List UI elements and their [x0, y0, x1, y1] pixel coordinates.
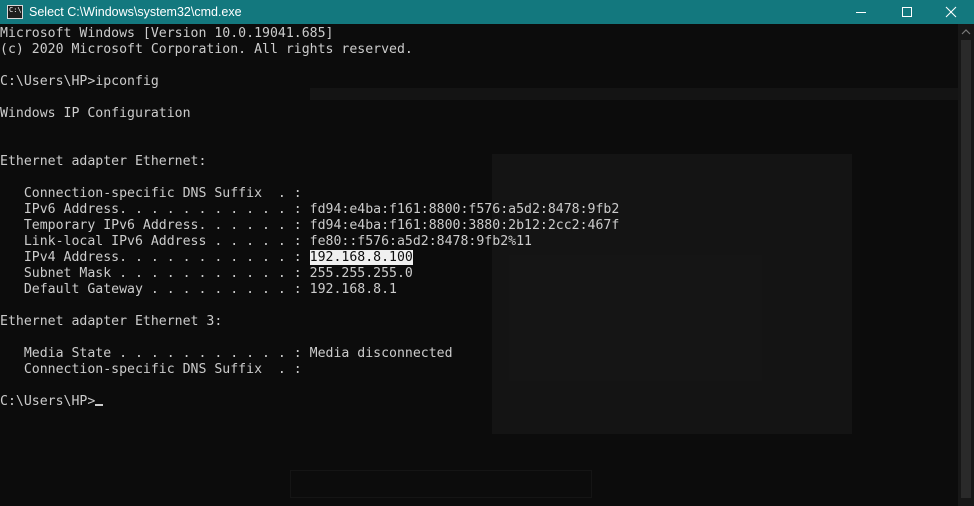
close-button[interactable] — [928, 0, 974, 24]
console-line-ipv4: IPv4 Address. . . . . . . . . . . : 192.… — [0, 250, 619, 266]
console-line: (c) 2020 Microsoft Corporation. All righ… — [0, 42, 413, 57]
console-line: Ethernet adapter Ethernet 3: — [0, 314, 223, 329]
cmd-window: C:\ Select C:\Windows\system32\cmd.exe M… — [0, 0, 974, 506]
console-area[interactable]: Microsoft Windows [Version 10.0.19041.68… — [0, 24, 958, 506]
console-line: Connection-specific DNS Suffix . : — [0, 362, 302, 377]
vertical-scrollbar[interactable] — [958, 24, 974, 506]
ipv4-label: IPv4 Address. . . . . . . . . . . : — [0, 250, 310, 265]
console-line: Subnet Mask . . . . . . . . . . . : 255.… — [0, 266, 413, 281]
cmd-app-icon[interactable]: C:\ — [7, 5, 23, 19]
console-line: Ethernet adapter Ethernet: — [0, 154, 207, 169]
scroll-thumb[interactable] — [961, 40, 971, 498]
scroll-up-button[interactable] — [958, 24, 974, 40]
command-prompt: C:\Users\HP> — [0, 394, 96, 409]
console-prompt-line[interactable]: C:\Users\HP> — [0, 394, 619, 410]
window-title: Select C:\Windows\system32\cmd.exe — [29, 5, 242, 19]
close-icon — [945, 6, 957, 18]
console-line: IPv6 Address. . . . . . . . . . . : fd94… — [0, 202, 620, 217]
title-bar[interactable]: C:\ Select C:\Windows\system32\cmd.exe — [0, 0, 974, 24]
text-cursor — [95, 404, 104, 406]
console-line: Temporary IPv6 Address. . . . . . : fd94… — [0, 218, 620, 233]
console-line: Link-local IPv6 Address . . . . . : fe80… — [0, 234, 532, 249]
maximize-button[interactable] — [884, 0, 930, 24]
ghost-taskbar-backdrop — [290, 470, 592, 498]
console-line: C:\Users\HP>ipconfig — [0, 74, 159, 89]
console-line: Default Gateway . . . . . . . . . : 192.… — [0, 282, 397, 297]
console-line: Connection-specific DNS Suffix . : — [0, 186, 302, 201]
maximize-icon — [902, 7, 912, 17]
console-line: Media State . . . . . . . . . . . : Medi… — [0, 346, 453, 361]
cmd-app-icon-text: C:\ — [9, 6, 22, 14]
console-output: Microsoft Windows [Version 10.0.19041.68… — [0, 26, 619, 410]
chevron-up-icon — [961, 29, 971, 35]
ipv4-value-selected[interactable]: 192.168.8.100 — [309, 250, 413, 265]
minimize-icon — [856, 12, 866, 13]
console-line: Windows IP Configuration — [0, 106, 191, 121]
minimize-button[interactable] — [838, 0, 884, 24]
console-line: Microsoft Windows [Version 10.0.19041.68… — [0, 26, 334, 41]
